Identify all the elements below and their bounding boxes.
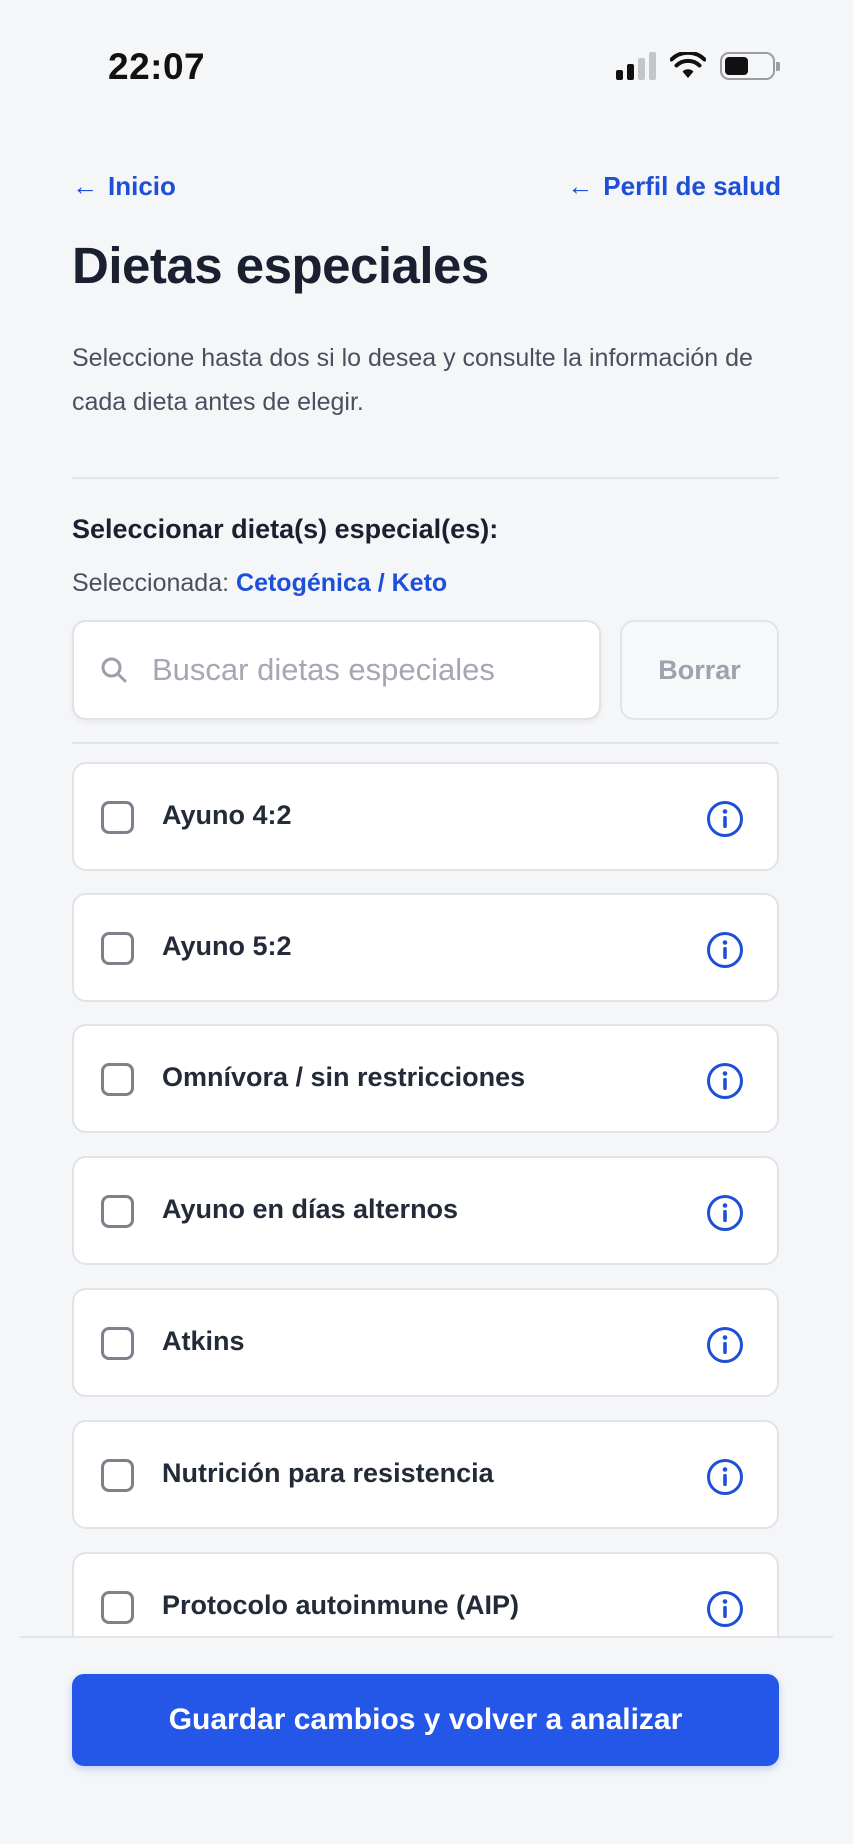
selected-diet-line: Seleccionada: Cetogénica / Keto: [72, 569, 447, 598]
info-icon[interactable]: [706, 931, 744, 969]
arrow-left-icon: ←: [72, 171, 98, 201]
back-profile-label: Perfil de salud: [603, 170, 781, 201]
diet-selection-label: Seleccionar dieta(s) especial(es):: [72, 514, 499, 544]
top-navigation: ← Inicio ← Perfil de salud: [72, 166, 781, 206]
status-icons: [616, 52, 780, 80]
info-icon[interactable]: [706, 1326, 744, 1364]
diet-label: Protocolo autoinmune (AIP): [162, 1590, 519, 1620]
list-divider: [72, 742, 779, 744]
diet-checkbox[interactable]: [101, 1195, 134, 1228]
diet-checkbox[interactable]: [101, 1459, 134, 1492]
status-time: 22:07: [108, 46, 206, 87]
diet-item[interactable]: Ayuno 4:2: [72, 762, 779, 871]
info-icon[interactable]: [706, 800, 744, 838]
back-home-link[interactable]: ← Inicio: [72, 171, 176, 202]
diet-checkbox[interactable]: [101, 1591, 134, 1624]
info-icon[interactable]: [706, 1062, 744, 1100]
bottom-action-bar: Guardar cambios y volver a analizar: [0, 1636, 853, 1844]
status-bar: 22:07: [0, 0, 853, 140]
diet-item[interactable]: Atkins: [72, 1288, 779, 1397]
info-icon[interactable]: [706, 1590, 744, 1628]
diet-label: Ayuno 5:2: [162, 931, 292, 961]
diet-label: Ayuno en días alternos: [162, 1194, 459, 1224]
back-profile-link[interactable]: ← Perfil de salud: [567, 171, 781, 202]
diet-checkbox[interactable]: [101, 1063, 134, 1096]
diet-list[interactable]: Ayuno 4:2 Ayuno 5:2 Omnívora / sin restr…: [0, 760, 853, 1636]
diet-item[interactable]: Omnívora / sin restricciones: [72, 1024, 779, 1133]
diet-item[interactable]: Protocolo autoinmune (AIP): [72, 1552, 779, 1636]
diet-item[interactable]: Ayuno en días alternos: [72, 1156, 779, 1265]
info-icon[interactable]: [706, 1194, 744, 1232]
page-title: Dietas especiales: [72, 237, 489, 294]
info-icon[interactable]: [706, 1458, 744, 1496]
search-field[interactable]: [72, 620, 601, 720]
diet-checkbox[interactable]: [101, 932, 134, 965]
back-home-label: Inicio: [108, 170, 176, 201]
diet-label: Atkins: [162, 1326, 245, 1356]
battery-icon: [720, 52, 780, 80]
diet-label: Omnívora / sin restricciones: [162, 1062, 526, 1092]
search-input[interactable]: [152, 652, 572, 688]
selected-prefix: Seleccionada:: [72, 569, 230, 597]
selected-diet-value: Cetogénica / Keto: [236, 569, 448, 597]
diet-item[interactable]: Ayuno 5:2: [72, 893, 779, 1002]
diet-item[interactable]: Nutrición para resistencia: [72, 1420, 779, 1529]
bottom-divider: [20, 1636, 833, 1638]
page-description: Seleccione hasta dos si lo desea y consu…: [72, 344, 753, 416]
section-divider: [72, 477, 779, 479]
save-and-reanalyze-button[interactable]: Guardar cambios y volver a analizar: [72, 1674, 779, 1766]
wifi-icon: [670, 52, 706, 78]
search-icon: [101, 657, 127, 683]
cellular-signal-icon: [616, 52, 656, 80]
diet-label: Nutrición para resistencia: [162, 1458, 494, 1488]
arrow-left-icon: ←: [567, 171, 594, 201]
diet-checkbox[interactable]: [101, 801, 134, 834]
clear-button[interactable]: Borrar: [620, 620, 779, 720]
diet-label: Ayuno 4:2: [162, 800, 292, 830]
diet-checkbox[interactable]: [101, 1327, 134, 1360]
